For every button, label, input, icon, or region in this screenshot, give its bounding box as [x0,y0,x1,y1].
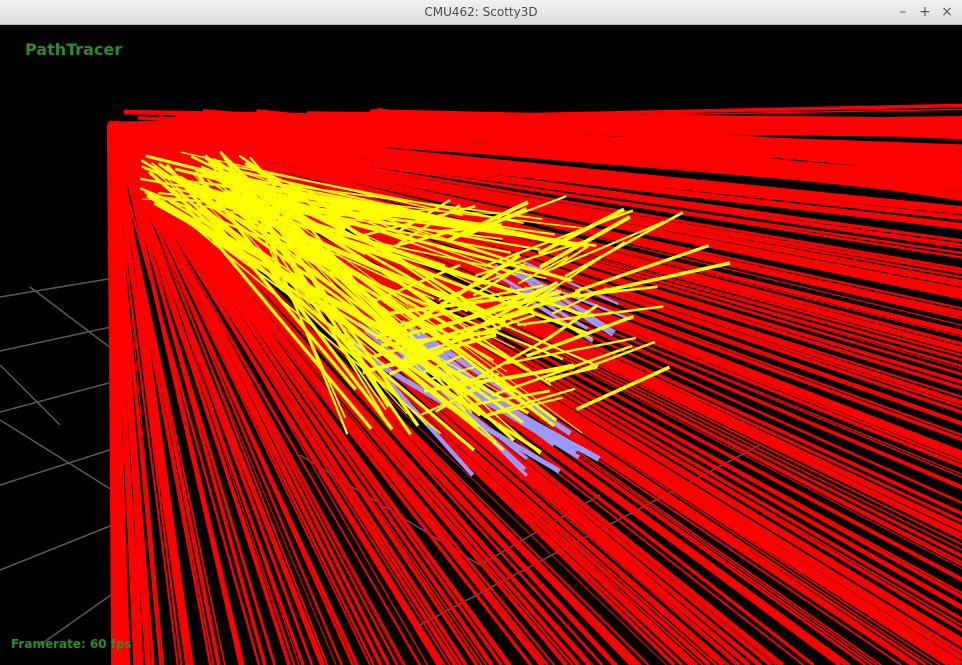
title-bar[interactable]: CMU462: Scotty3D – + × [0,0,962,25]
grid-line [0,364,61,426]
ray-visualization-scene [0,103,962,665]
grid-line [29,286,121,356]
close-icon[interactable]: × [938,2,956,22]
app-window: CMU462: Scotty3D – + × PathTracer Framer… [0,0,962,665]
grid-line [0,444,126,486]
maximize-icon[interactable]: + [916,2,934,22]
window-title: CMU462: Scotty3D [424,5,538,19]
minimize-icon[interactable]: – [894,2,912,22]
grid-line [0,276,121,298]
render-viewport[interactable]: PathTracer Framerate: 60 fps [0,25,962,665]
render-mode-label: PathTracer [25,40,123,59]
framerate-readout: Framerate: 60 fps [11,637,132,651]
grid-line [0,324,121,352]
grid-line [0,419,121,496]
grid-line [0,519,126,571]
grid-line [0,379,121,413]
